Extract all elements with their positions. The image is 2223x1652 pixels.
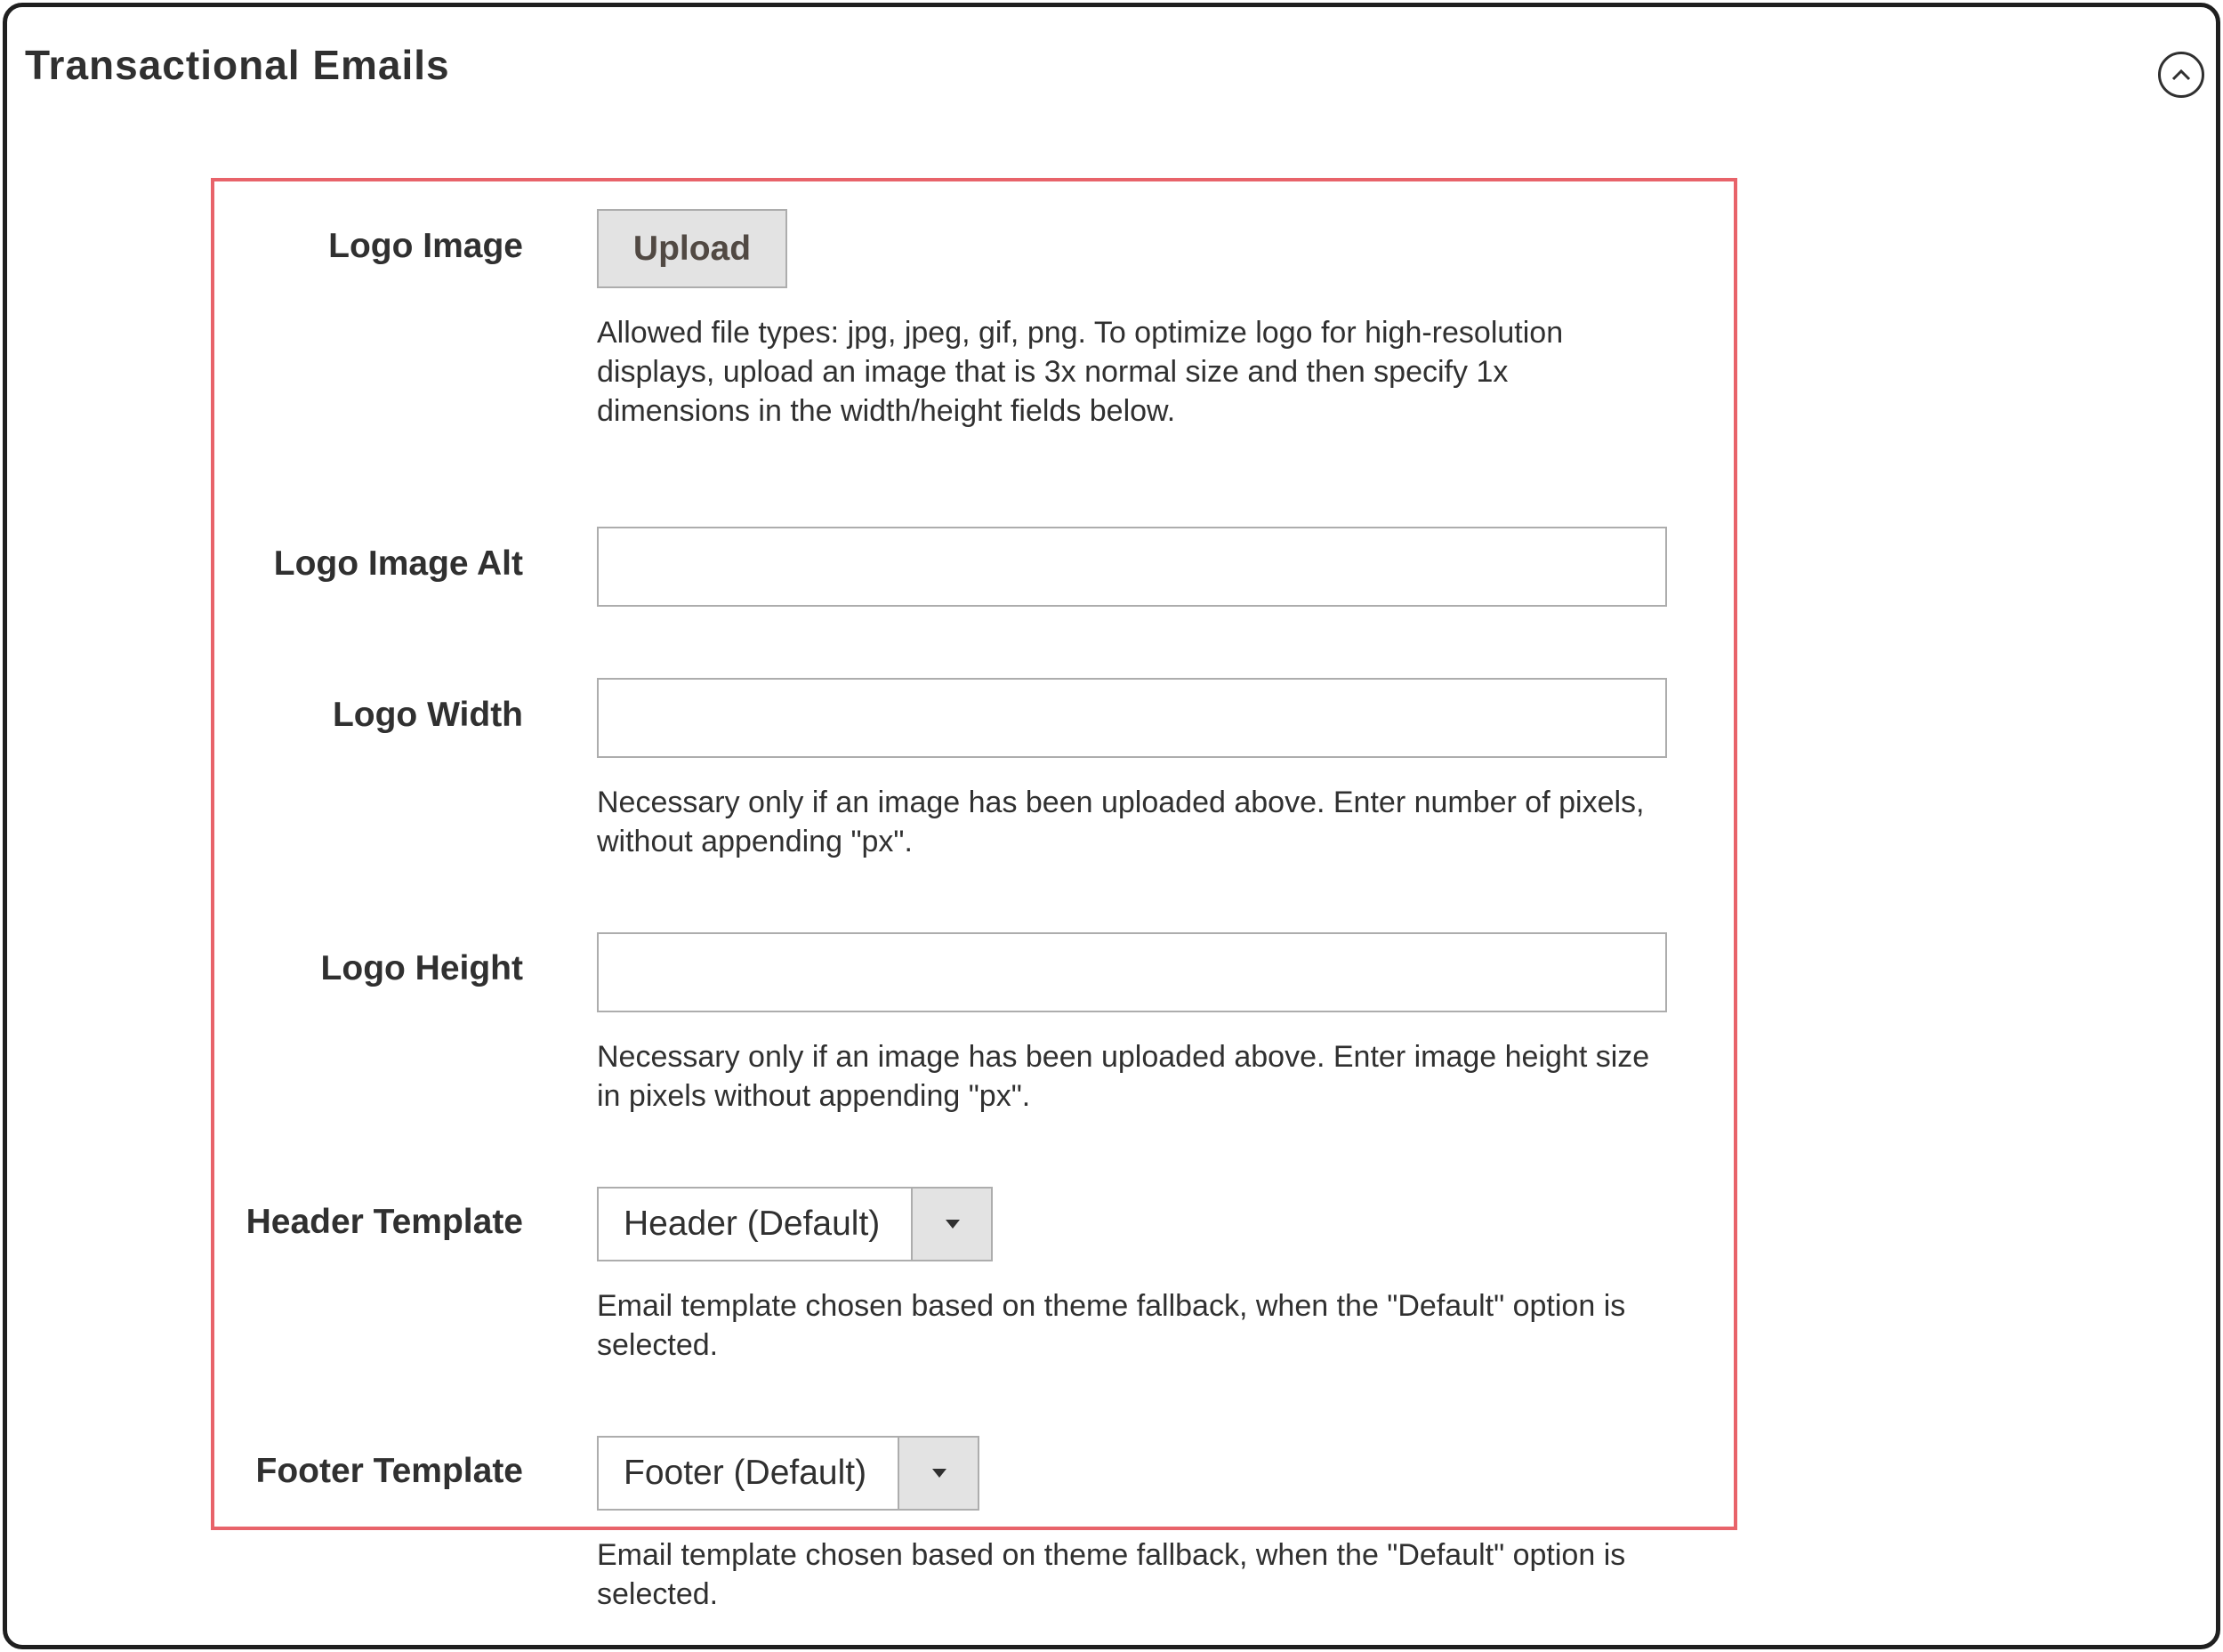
note-line: Allowed file types: jpg, jpeg, gif, png.… [597,316,1564,350]
logo-width-input[interactable] [597,678,1667,758]
logo-height-input[interactable] [597,932,1667,1012]
dropdown-toggle[interactable] [898,1438,978,1509]
config-section-panel: Transactional Emails Logo Image Upload A… [3,3,2220,1649]
footer-template-value: Footer (Default) [624,1454,867,1492]
section-title[interactable]: Transactional Emails [25,41,450,89]
note-line: Email template chosen based on theme fal… [597,1538,1626,1572]
header-template-label: Header Template [246,1203,523,1241]
logo-image-label: Logo Image [328,227,523,265]
header-template-note: Email template chosen based on theme fal… [597,1286,1664,1365]
footer-template-select[interactable]: Footer (Default) [597,1436,979,1511]
note-line: Necessary only if an image has been uplo… [597,786,1645,819]
header-template-select[interactable]: Header (Default) [597,1187,993,1261]
note-line: Email template chosen based on theme fal… [597,1289,1626,1323]
footer-template-label: Footer Template [255,1452,523,1490]
header-template-value: Header (Default) [624,1205,881,1243]
logo-height-note: Necessary only if an image has been uplo… [597,1037,1664,1116]
dropdown-toggle[interactable] [911,1189,991,1260]
logo-image-note: Allowed file types: jpg, jpeg, gif, png.… [597,313,1664,431]
note-line: selected. [597,1328,719,1362]
logo-image-alt-input[interactable] [597,527,1667,607]
logo-width-label: Logo Width [332,696,523,734]
logo-image-alt-label: Logo Image Alt [273,544,523,583]
upload-button[interactable]: Upload [597,209,787,288]
caret-down-icon [946,1220,960,1229]
chevron-up-icon [2171,68,2191,81]
note-line: dimensions in the width/height fields be… [597,394,1176,428]
note-line: displays, upload an image that is 3x nor… [597,355,1509,389]
note-line: without appending "px". [597,825,913,858]
note-line: Necessary only if an image has been uplo… [597,1040,1650,1074]
footer-template-note: Email template chosen based on theme fal… [597,1535,1664,1614]
collapse-section-button[interactable] [2158,52,2204,98]
logo-width-note: Necessary only if an image has been uplo… [597,783,1664,861]
logo-height-label: Logo Height [320,949,523,987]
note-line: selected. [597,1577,719,1611]
note-line: in pixels without appending "px". [597,1079,1031,1113]
caret-down-icon [932,1469,946,1478]
